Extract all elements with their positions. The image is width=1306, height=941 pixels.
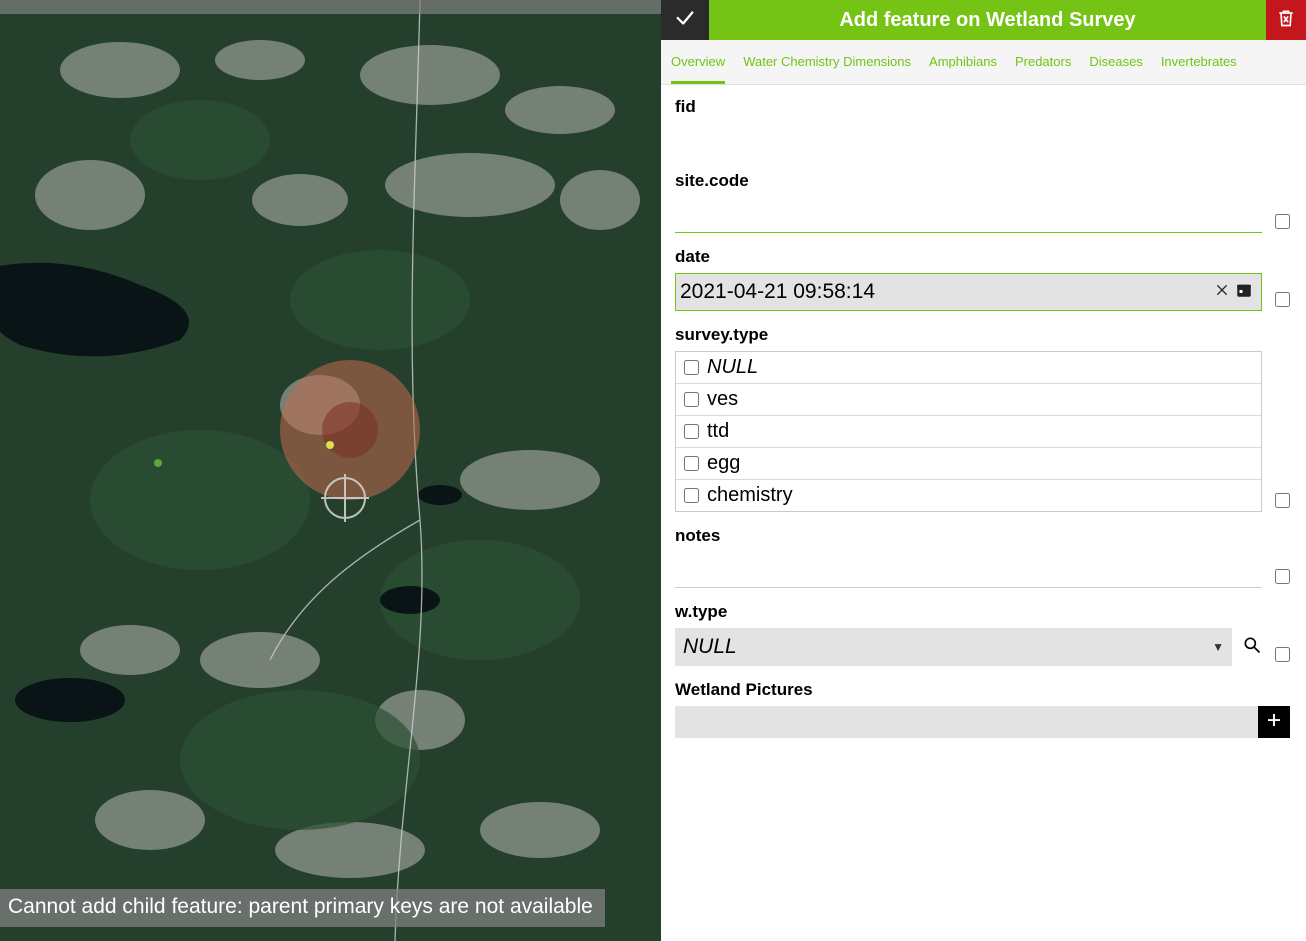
trash-icon (1276, 8, 1296, 33)
field-label: w.type (675, 602, 1262, 622)
date-input[interactable] (680, 280, 1211, 304)
field-label: Wetland Pictures (675, 680, 1290, 700)
option-checkbox[interactable] (684, 360, 699, 375)
w-type-select[interactable]: NULL ▼ (675, 628, 1232, 666)
field-wetland-pictures: Wetland Pictures (675, 680, 1290, 738)
tab-diseases[interactable]: Diseases (1089, 40, 1142, 84)
fid-input[interactable] (675, 123, 1290, 157)
check-icon (674, 7, 696, 34)
field-survey-type: survey.type NULL ves (675, 325, 1290, 512)
open-calendar-button[interactable] (1233, 281, 1255, 303)
map-toolbar-overlay (0, 0, 661, 14)
tab-amphibians[interactable]: Amphibians (929, 40, 997, 84)
field-date: date (675, 247, 1290, 311)
option-checkbox[interactable] (684, 424, 699, 439)
search-icon (1242, 635, 1262, 660)
field-label: notes (675, 526, 1262, 546)
status-toast: Cannot add child feature: parent primary… (0, 889, 605, 927)
w-type-null-checkbox[interactable] (1275, 647, 1290, 662)
picture-row (675, 706, 1290, 738)
field-label: site.code (675, 171, 1262, 191)
picture-slot[interactable] (675, 706, 1258, 738)
date-null-checkbox[interactable] (1275, 292, 1290, 307)
notes-input[interactable] (675, 552, 1262, 588)
site-code-input[interactable] (675, 197, 1262, 233)
form-pane: Add feature on Wetland Survey Overview W… (661, 0, 1306, 941)
field-label: date (675, 247, 1262, 267)
survey-type-option[interactable]: egg (676, 447, 1261, 479)
option-checkbox[interactable] (684, 456, 699, 471)
panel-title: Add feature on Wetland Survey (709, 0, 1266, 40)
map-pane[interactable]: Cannot add child feature: parent primary… (0, 0, 661, 941)
notes-null-checkbox[interactable] (1275, 569, 1290, 584)
chevron-down-icon: ▼ (1212, 640, 1224, 654)
app-root: Cannot add child feature: parent primary… (0, 0, 1306, 941)
tab-invertebrates[interactable]: Invertebrates (1161, 40, 1237, 84)
form-header: Add feature on Wetland Survey (661, 0, 1306, 40)
tab-bar: Overview Water Chemistry Dimensions Amph… (661, 40, 1306, 85)
tab-water-chemistry[interactable]: Water Chemistry Dimensions (743, 40, 911, 84)
survey-type-option[interactable]: NULL (676, 352, 1261, 383)
option-label: chemistry (707, 484, 793, 507)
w-type-value: NULL (683, 635, 737, 659)
survey-type-option[interactable]: ves (676, 383, 1261, 415)
delete-button[interactable] (1266, 0, 1306, 40)
field-notes: notes (675, 526, 1290, 588)
clear-date-button[interactable] (1211, 281, 1233, 303)
option-label: egg (707, 452, 740, 475)
map-surface[interactable] (0, 0, 661, 941)
confirm-button[interactable] (661, 0, 709, 40)
field-label: survey.type (675, 325, 1262, 345)
add-picture-button[interactable] (1258, 706, 1290, 738)
tab-overview[interactable]: Overview (671, 40, 725, 84)
site-code-null-checkbox[interactable] (1275, 214, 1290, 229)
option-label: NULL (707, 356, 758, 379)
date-box (675, 273, 1262, 311)
option-label: ttd (707, 420, 729, 443)
calendar-icon (1235, 281, 1253, 304)
tab-predators[interactable]: Predators (1015, 40, 1071, 84)
option-label: ves (707, 388, 738, 411)
survey-type-option[interactable]: chemistry (676, 479, 1261, 511)
field-label: fid (675, 97, 1290, 117)
plus-icon (1265, 711, 1283, 734)
survey-type-option[interactable]: ttd (676, 415, 1261, 447)
field-w-type: w.type NULL ▼ (675, 602, 1290, 666)
close-icon (1214, 282, 1230, 303)
form-body: fid site.code date (661, 85, 1306, 941)
option-checkbox[interactable] (684, 392, 699, 407)
w-type-search-button[interactable] (1242, 637, 1262, 657)
option-checkbox[interactable] (684, 488, 699, 503)
survey-type-options: NULL ves ttd (675, 351, 1262, 512)
survey-type-null-checkbox[interactable] (1275, 493, 1290, 508)
field-fid: fid (675, 97, 1290, 157)
field-site-code: site.code (675, 171, 1290, 233)
